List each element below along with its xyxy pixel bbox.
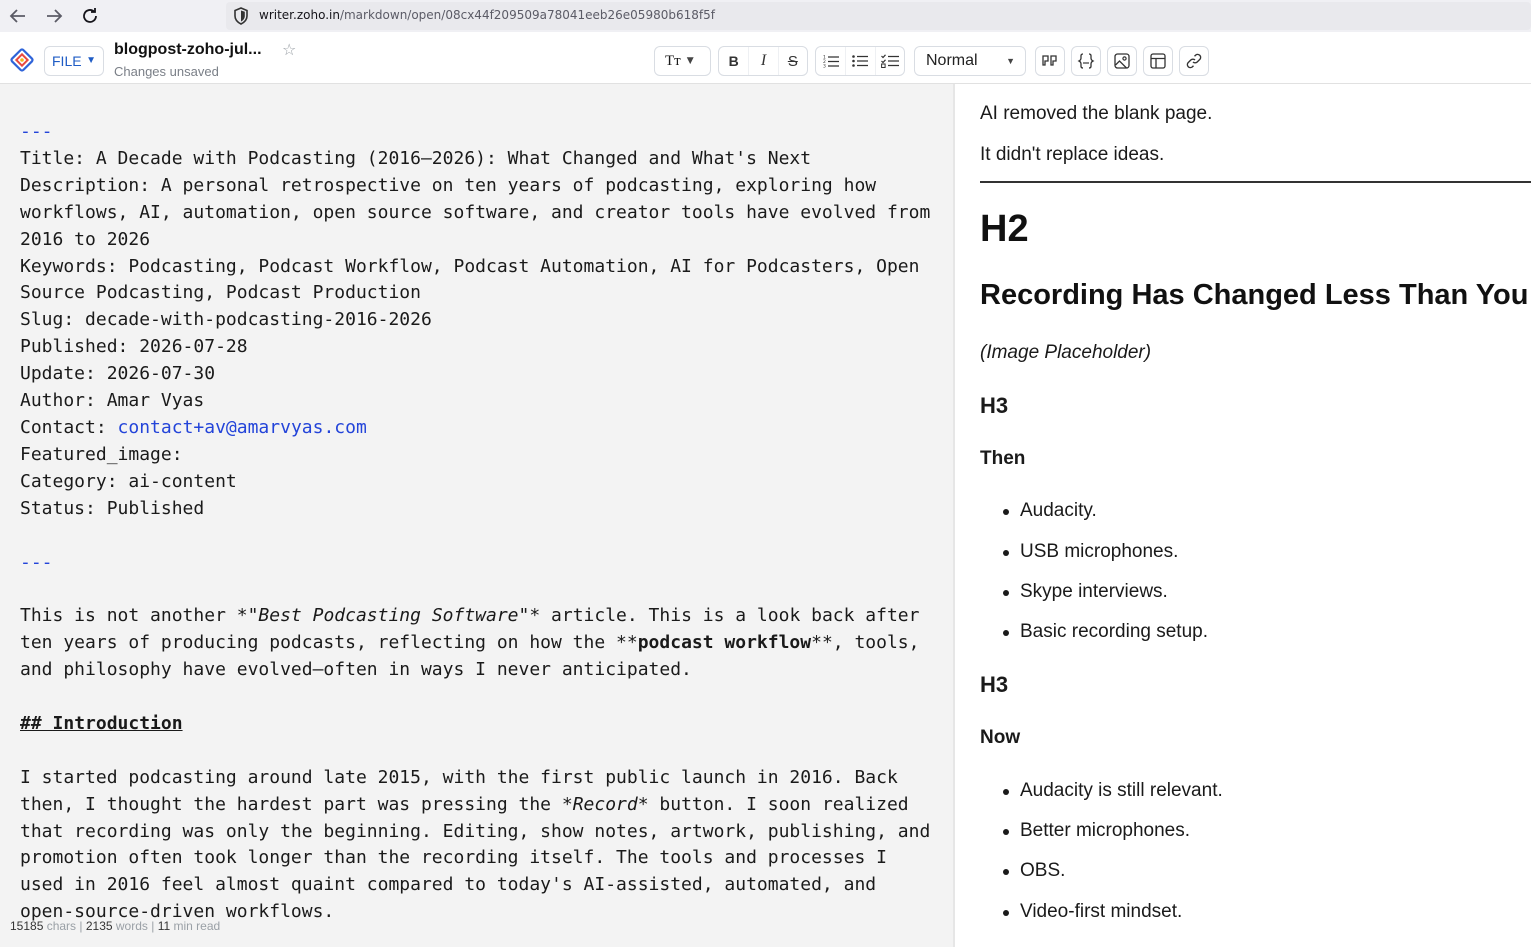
frontmatter-description: Description: A personal retrospective on… [20,174,942,250]
record-emphasis: Record [572,793,638,815]
frontmatter-contact-label: Contact: [20,416,118,438]
list-item: USB microphones. [1002,541,1179,562]
preview-h2-marker: H2 [980,208,1029,250]
paragraph-style-select[interactable]: Normal ▼ [914,46,1026,76]
format-buttons: B I S [718,46,808,76]
back-arrow-icon[interactable] [6,4,30,28]
text-size-label: Tт [665,53,681,69]
frontmatter-published: Published: 2026-07-28 [20,336,248,358]
link-icon [1186,53,1202,69]
save-status: Changes unsaved [114,64,219,79]
list-item: Audacity. [1003,500,1097,521]
url-host: writer.zoho.in [259,8,340,22]
strike-label: S [787,52,798,70]
preview-h3-marker: H3 [980,672,1009,697]
file-menu-button[interactable]: FILE ▼ [44,46,104,76]
numbered-list-button[interactable]: 123 [816,47,845,75]
read-time: 11 [157,919,171,933]
reload-icon[interactable] [78,4,102,28]
image-icon [1114,53,1130,69]
horizontal-rule [980,181,1531,183]
chevron-down-icon: ▼ [1006,56,1015,66]
frontmatter-author: Author: Amar Vyas [20,390,205,412]
numbered-list-icon: 123 [823,55,839,69]
zoho-writer-logo[interactable] [9,47,35,73]
chevron-down-icon: ▼ [86,55,96,66]
word-count-status: 15185 chars | 2135 words | 11 min read [10,919,220,933]
contact-email-link[interactable]: contact+av@amarvyas.com [118,417,367,438]
word-count: 2135 [85,919,113,933]
list-item: Skype interviews. [1003,581,1168,602]
markdown-source[interactable]: --- Title: A Decade with Podcasting (201… [20,119,940,926]
heading-marker: ## [20,712,53,734]
document-title[interactable]: blogpost-zoho-jul... [114,41,262,59]
list-item: Better microphones. [1002,820,1191,841]
code-braces-icon [1077,53,1095,69]
svg-text:3: 3 [823,64,826,69]
frontmatter-separator: --- [20,121,53,142]
list-item: Video-first mindset. [1002,901,1183,922]
italic-button[interactable]: I [748,47,777,75]
frontmatter-separator: --- [20,551,53,573]
frontmatter-category: Category: ai-content [20,470,237,492]
list-item: Basic recording setup. [1003,621,1208,642]
frontmatter-update: Update: 2026-07-30 [20,363,216,385]
insert-link-button[interactable] [1179,46,1209,76]
table-icon [1150,53,1166,69]
editor-toolbar: FILE ▼ blogpost-zoho-jul... ☆ Changes uns… [0,32,1531,84]
bold-label: B [728,53,739,69]
heading-text: Introduction [52,712,183,734]
intro-text: This is not another *" [20,605,259,627]
preview-h3-marker: H3 [980,393,1009,418]
intro-emphasis: Best Podcasting Software [258,605,519,627]
checklist-icon [880,54,899,68]
frontmatter-keywords: Keywords: Podcasting, Podcast Workflow, … [20,255,931,304]
strikethrough-button[interactable]: S [777,47,807,75]
checklist-button[interactable] [874,47,904,75]
preview-paragraph: AI removed the blank page. [980,103,1213,124]
text-size-dropdown[interactable]: Tт ▼ [654,46,711,76]
list-item: Audacity is still relevant. [1003,780,1223,801]
preview-h2-heading: Recording Has Changed Less Than You [980,279,1529,311]
shield-icon[interactable] [232,6,250,26]
frontmatter-status: Status: Published [20,497,205,519]
char-count: 15185 [10,919,44,933]
blockquote-button[interactable] [1035,46,1065,76]
markdown-editor[interactable]: --- Title: A Decade with Podcasting (201… [0,84,953,947]
then-heading: Then [980,448,1026,469]
url-text[interactable]: writer.zoho.in/markdown/open/08cx44f2095… [259,8,715,22]
frontmatter-featured-image: Featured_image: [20,443,183,465]
now-heading: Now [980,727,1021,748]
paragraph-style-value: Normal [926,52,978,69]
url-path: /markdown/open/08cx44f209509a78041eeb26e… [339,8,715,22]
italic-label: I [760,52,767,69]
insert-image-button[interactable] [1107,46,1137,76]
markdown-preview: AI removed the blank page. It didn't rep… [955,84,1531,947]
heading-introduction: ## Introduction [20,713,183,734]
bullet-list-button[interactable] [845,47,874,75]
preview-paragraph: It didn't replace ideas. [980,144,1165,165]
bold-button[interactable]: B [719,47,748,75]
forward-arrow-icon[interactable] [42,4,66,28]
file-menu-label: FILE [52,53,82,69]
chevron-down-icon: ▼ [686,56,694,66]
star-icon[interactable]: ☆ [282,40,296,59]
frontmatter-title: Title: A Decade with Podcasting (2016–20… [20,147,812,169]
browser-address-bar: writer.zoho.in/markdown/open/08cx44f2095… [0,0,1531,32]
read-time-label: min read [170,919,221,933]
bullet-list-icon [852,55,869,67]
intro-strong: podcast workflow [637,632,812,654]
quote-icon [1042,55,1057,66]
frontmatter-slug: Slug: decade-with-podcasting-2016-2026 [20,309,432,331]
list-item: OBS. [1002,860,1066,881]
image-placeholder-text: (Image Placeholder) [980,342,1152,363]
insert-table-button[interactable] [1143,46,1173,76]
code-block-button[interactable] [1071,46,1101,76]
word-count-label: words | [112,919,158,933]
list-buttons: 123 [815,46,905,76]
char-count-label: chars | [43,919,86,933]
